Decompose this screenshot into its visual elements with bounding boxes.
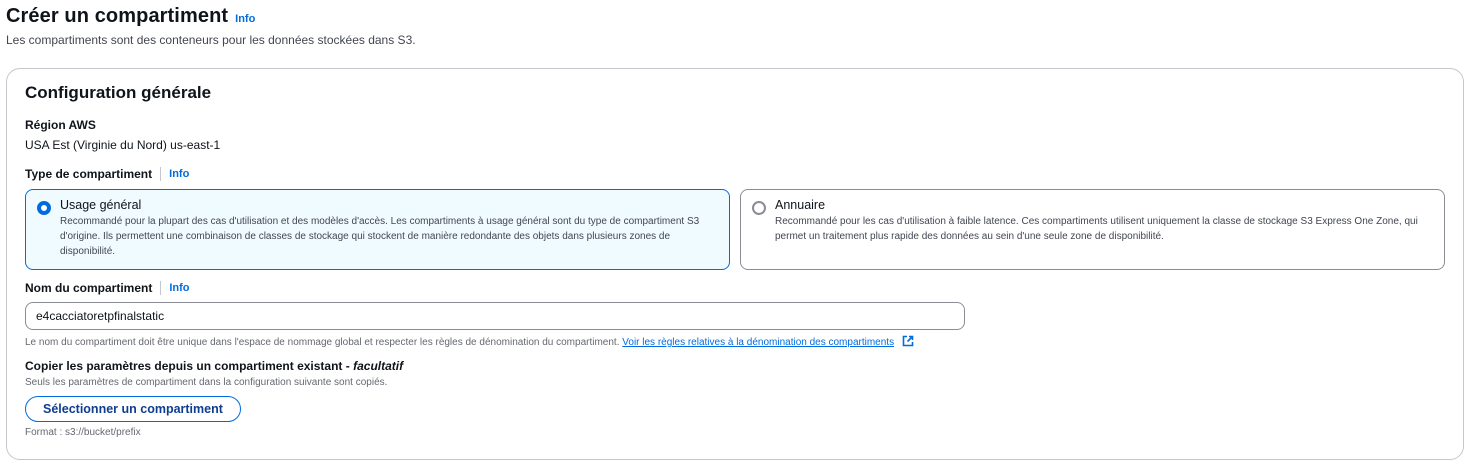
page-title: Créer un compartiment bbox=[6, 5, 229, 27]
bucket-name-hint-text: Le nom du compartiment doit être unique … bbox=[25, 337, 620, 348]
option-title: Usage général bbox=[60, 198, 142, 212]
region-value: USA Est (Virginie du Nord) us-east-1 bbox=[25, 138, 221, 152]
copy-settings-description: Seuls les paramètres de compartiment dan… bbox=[25, 377, 388, 388]
bucket-name-hint: Le nom du compartiment doit être unique … bbox=[25, 335, 914, 348]
bucket-name-info-link[interactable]: Info bbox=[169, 282, 189, 294]
optional-tag: facultatif bbox=[353, 359, 404, 373]
radio-unselected-icon[interactable] bbox=[752, 201, 766, 215]
option-title: Annuaire bbox=[775, 198, 826, 212]
title-info-link[interactable]: Info bbox=[235, 13, 255, 25]
label-divider bbox=[160, 167, 162, 181]
bucket-type-option-general[interactable]: Usage général Recommandé pour la plupart… bbox=[25, 189, 730, 270]
format-hint: Format : s3://bucket/prefix bbox=[25, 427, 141, 438]
naming-rules-link[interactable]: Voir les règles relatives à la dénominat… bbox=[622, 337, 894, 348]
bucket-name-label-row: Nom du compartiment Info bbox=[25, 281, 190, 295]
bucket-name-label: Nom du compartiment bbox=[25, 281, 153, 295]
page-description: Les compartiments sont des conteneurs po… bbox=[6, 33, 416, 47]
option-description: Recommandé pour les cas d'utilisation à … bbox=[775, 216, 1418, 242]
copy-settings-label-text: Copier les paramètres depuis un comparti… bbox=[25, 359, 354, 373]
page-header: Créer un compartiment Info Les compartim… bbox=[6, 5, 416, 47]
option-description: Recommandé pour la plupart des cas d'uti… bbox=[60, 216, 700, 257]
region-label: Région AWS bbox=[25, 118, 96, 132]
general-configuration-panel: Configuration générale Région AWS USA Es… bbox=[6, 68, 1464, 460]
bucket-type-option-directory[interactable]: Annuaire Recommandé pour les cas d'utili… bbox=[740, 189, 1445, 270]
copy-settings-label: Copier les paramètres depuis un comparti… bbox=[25, 359, 403, 373]
panel-title: Configuration générale bbox=[25, 83, 212, 102]
bucket-type-info-link[interactable]: Info bbox=[169, 168, 189, 180]
radio-selected-icon[interactable] bbox=[37, 201, 51, 215]
bucket-type-label: Type de compartiment bbox=[25, 167, 153, 181]
region-field: Région AWS USA Est (Virginie du Nord) us… bbox=[25, 118, 220, 152]
select-bucket-button[interactable]: Sélectionner un compartiment bbox=[25, 396, 241, 422]
bucket-type-label-row: Type de compartiment Info bbox=[25, 167, 189, 181]
label-divider bbox=[160, 281, 162, 295]
external-link-icon[interactable] bbox=[902, 335, 914, 347]
bucket-name-input[interactable] bbox=[25, 302, 965, 330]
